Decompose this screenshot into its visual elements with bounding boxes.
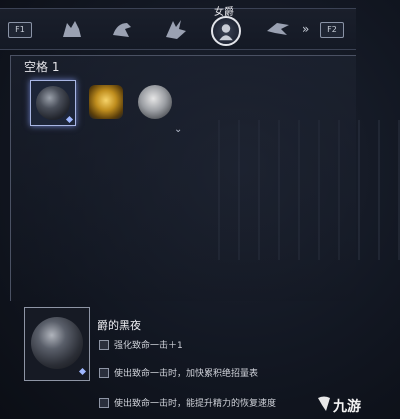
watermark-text: 九游 xyxy=(333,399,361,415)
duchess-icon[interactable] xyxy=(211,16,241,46)
gem-marker-icon xyxy=(65,115,74,124)
dragon-icon[interactable] xyxy=(160,14,192,46)
sword-effect-icon xyxy=(99,339,109,350)
effect-text: 强化致命一击＋1 xyxy=(114,341,183,351)
detail-relic-thumbnail xyxy=(24,307,90,381)
slot-title: 空格 1 xyxy=(24,60,60,74)
stamina-effect-icon xyxy=(99,397,109,408)
relic-name: 爵的黑夜 xyxy=(97,319,141,332)
dark-relic-icon xyxy=(36,86,70,120)
effect-row: 使出致命一击时，加快累积绝招量表 xyxy=(99,366,258,379)
wolf-head-icon[interactable] xyxy=(56,14,88,46)
jiuyou-logo-icon xyxy=(318,396,330,411)
selected-character-label: 女爵 xyxy=(214,7,234,18)
raven-icon[interactable] xyxy=(262,14,294,46)
effect-row: 使出致命一击时，能提升精力的恢复速度 xyxy=(99,396,276,409)
gem-marker-icon xyxy=(78,367,87,376)
slot-item-dark-relic[interactable] xyxy=(30,80,76,126)
silver-relic-icon xyxy=(138,85,172,119)
effect-row: 强化致命一击＋1 xyxy=(99,338,183,351)
bird-head-icon[interactable] xyxy=(106,14,138,46)
next-page-arrow-icon[interactable]: » xyxy=(302,22,309,36)
gold-relic-icon xyxy=(89,85,123,119)
slot-item-silver-relic[interactable] xyxy=(133,80,177,124)
effect-text: 使出致命一击时，加快累积绝招量表 xyxy=(114,369,259,379)
slot-item-gold-relic[interactable] xyxy=(84,80,128,124)
f2-key-badge[interactable]: F2 xyxy=(320,22,344,38)
chevron-down-icon[interactable]: ⌄ xyxy=(174,124,182,135)
dark-relic-large-icon xyxy=(31,317,83,369)
character-selector-bar: F1 女爵 » F2 xyxy=(0,7,356,50)
gauge-effect-icon xyxy=(99,367,109,378)
f1-key-badge[interactable]: F1 xyxy=(8,22,32,38)
effect-text: 使出致命一击时，能提升精力的恢复速度 xyxy=(114,399,277,409)
